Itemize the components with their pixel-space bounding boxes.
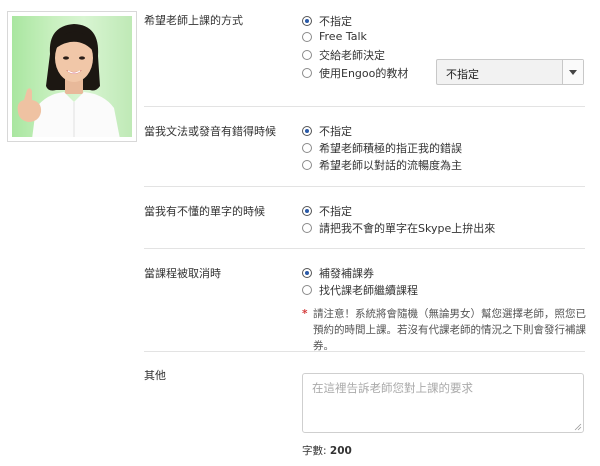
option-label: 找代課老師繼續課程 — [319, 284, 418, 297]
material-select-value: 不指定 — [446, 68, 479, 81]
cancellation-note-text: 請注意！系統將會隨機（無論男女）幫您選擇老師，照您已預約的時間上課。若沒有代課老… — [313, 308, 586, 352]
lesson-style-option-unspecified[interactable]: 不指定 — [302, 13, 352, 29]
option-label: 希望老師以對話的流暢度為主 — [319, 159, 462, 172]
radio-button[interactable] — [302, 68, 312, 78]
section-divider — [144, 248, 585, 249]
radio-button[interactable] — [302, 285, 312, 295]
cancellation-label: 當課程被取消時 — [144, 267, 221, 280]
other-label: 其他 — [144, 369, 166, 382]
option-label: 不指定 — [319, 205, 352, 218]
unknown-words-option-unspecified[interactable]: 不指定 — [302, 203, 352, 219]
lesson-style-label: 希望老師上課的方式 — [144, 14, 243, 27]
grammar-errors-option-correct-actively[interactable]: 希望老師積極的指正我的錯誤 — [302, 140, 462, 156]
chevron-down-icon — [569, 69, 577, 75]
option-label: 不指定 — [319, 125, 352, 138]
cancellation-note: * 請注意！系統將會隨機（無論男女）幫您選擇老師，照您已預約的時間上課。若沒有代… — [302, 306, 587, 354]
option-label: Free Talk — [319, 30, 367, 43]
option-label: 希望老師積極的指正我的錯誤 — [319, 142, 462, 155]
section-divider — [144, 186, 585, 187]
character-count-label: 字數: — [302, 445, 327, 457]
radio-button-selected[interactable] — [302, 206, 312, 216]
character-count: 字數: 200 — [302, 443, 352, 458]
radio-button[interactable] — [302, 50, 312, 60]
cancellation-option-substitute-teacher[interactable]: 找代課老師繼續課程 — [302, 282, 418, 298]
radio-button-selected[interactable] — [302, 268, 312, 278]
option-label: 使用Engoo的教材 — [319, 67, 409, 80]
radio-button[interactable] — [302, 223, 312, 233]
option-label: 不指定 — [319, 15, 352, 28]
option-label: 交給老師決定 — [319, 49, 385, 62]
section-divider — [144, 106, 585, 107]
section-divider — [144, 351, 585, 352]
required-star-icon: * — [302, 308, 308, 320]
teacher-photo-frame — [7, 11, 137, 142]
cancellation-option-reissue-voucher[interactable]: 補發補課券 — [302, 265, 374, 281]
option-label: 補發補課券 — [319, 267, 374, 280]
teacher-portrait-image — [17, 24, 120, 137]
lesson-style-option-engoo-materials[interactable]: 使用Engoo的教材 — [302, 65, 408, 81]
character-count-value: 200 — [329, 445, 352, 457]
grammar-errors-option-fluency[interactable]: 希望老師以對話的流暢度為主 — [302, 157, 462, 173]
lesson-style-option-teacher-decides[interactable]: 交給老師決定 — [302, 47, 385, 63]
select-dropdown-button[interactable] — [562, 60, 583, 84]
option-label: 請把我不會的單字在Skype上拚出來 — [319, 222, 496, 235]
resize-grip-icon[interactable] — [574, 423, 582, 431]
teacher-photo — [12, 16, 132, 137]
unknown-words-label: 當我有不懂的單字的時候 — [144, 205, 265, 218]
grammar-errors-label: 當我文法或發音有錯得時候 — [144, 125, 276, 138]
grammar-errors-option-unspecified[interactable]: 不指定 — [302, 123, 352, 139]
radio-button[interactable] — [302, 143, 312, 153]
other-requests-textarea[interactable] — [302, 373, 584, 433]
radio-button-selected[interactable] — [302, 126, 312, 136]
lesson-style-option-free-talk[interactable]: Free Talk — [302, 30, 367, 43]
radio-button[interactable] — [302, 160, 312, 170]
material-select[interactable]: 不指定 — [436, 59, 584, 85]
radio-button-selected[interactable] — [302, 16, 312, 26]
unknown-words-option-spell-on-skype[interactable]: 請把我不會的單字在Skype上拚出來 — [302, 220, 495, 236]
radio-button[interactable] — [302, 31, 312, 42]
